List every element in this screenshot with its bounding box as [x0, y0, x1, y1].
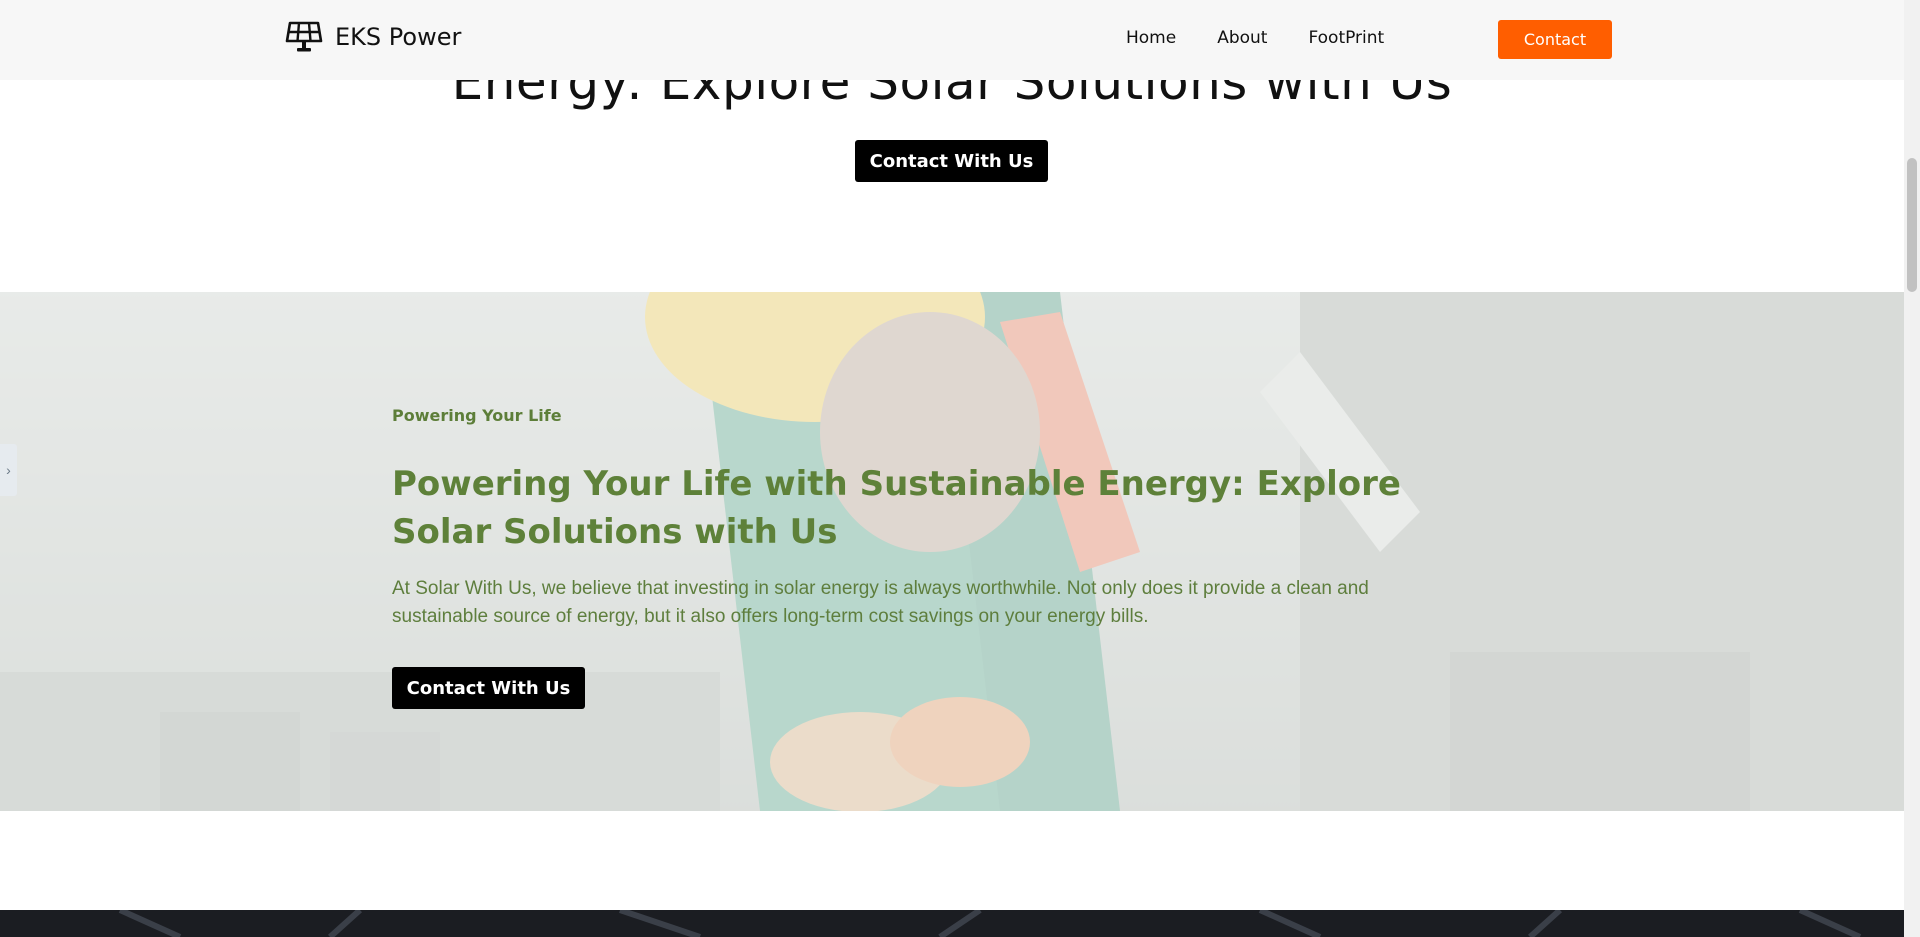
brand-name: EKS Power — [335, 23, 462, 51]
nav-about[interactable]: About — [1217, 28, 1267, 48]
header-contact-button[interactable]: Contact — [1498, 20, 1612, 59]
feature-contact-button[interactable]: Contact With Us — [392, 667, 585, 709]
solar-panel-icon — [285, 20, 323, 54]
page-scrollbar[interactable] — [1904, 0, 1920, 937]
next-section-top — [0, 910, 1904, 937]
feature-heading: Powering Your Life with Sustainable Ener… — [392, 464, 1401, 552]
page: Energy: Explore Solar Solutions with Us … — [0, 0, 1920, 937]
hero-contact-button[interactable]: Contact With Us — [855, 140, 1048, 182]
side-panel-toggle[interactable]: › — [0, 444, 17, 496]
feature-eyebrow: Powering Your Life — [392, 406, 562, 425]
scrollbar-thumb[interactable] — [1907, 158, 1917, 292]
brand-logo[interactable]: EKS Power — [285, 20, 461, 54]
site-header: EKS Power Home About FootPrint Contact — [0, 0, 1904, 80]
main-nav: Home About FootPrint — [1126, 28, 1384, 48]
section-spacer — [0, 811, 1904, 910]
chevron-right-icon: › — [6, 462, 11, 478]
feature-section: Powering Your Life Powering Your Life wi… — [0, 292, 1904, 811]
nav-footprint[interactable]: FootPrint — [1308, 28, 1384, 48]
nav-home[interactable]: Home — [1126, 28, 1176, 48]
feature-description: At Solar With Us, we believe that invest… — [392, 578, 1369, 627]
